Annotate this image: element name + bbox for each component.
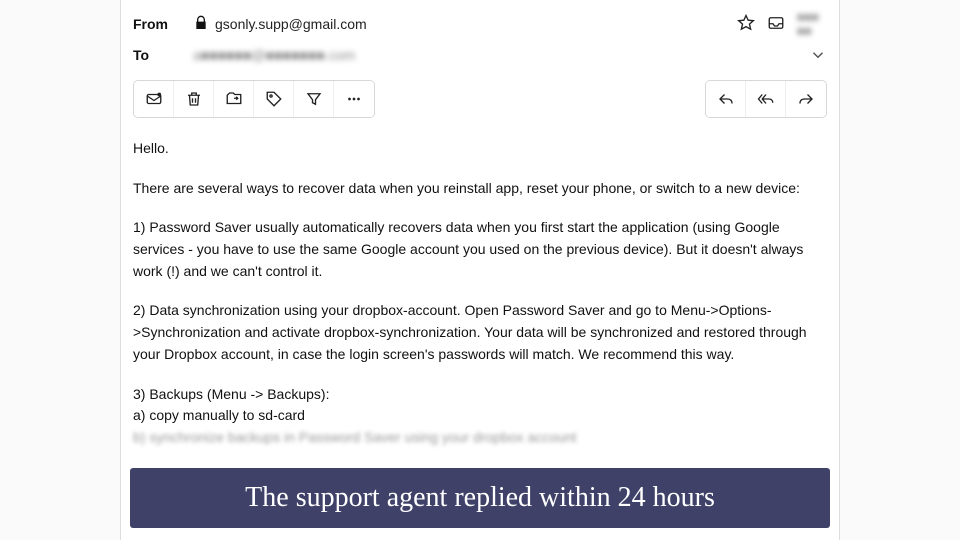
email-body: Hello. There are several ways to recover… bbox=[121, 130, 839, 449]
toolbar bbox=[121, 68, 839, 130]
move-button[interactable] bbox=[214, 81, 254, 117]
reply-all-button[interactable] bbox=[746, 81, 786, 117]
from-address: gsonly.supp@gmail.com bbox=[193, 15, 737, 34]
expand-recipients[interactable] bbox=[809, 46, 827, 64]
from-row: From gsonly.supp@gmail.com ■■■ ■■ bbox=[133, 6, 827, 42]
from-address-text: gsonly.supp@gmail.com bbox=[215, 16, 367, 32]
paragraph-3-head: 3) Backups (Menu -> Backups): bbox=[133, 384, 827, 406]
toolbar-left bbox=[133, 80, 375, 118]
header-actions: ■■■ ■■ bbox=[737, 10, 827, 38]
paragraph-3-a: a) copy manually to sd-card bbox=[133, 405, 827, 427]
reply-button[interactable] bbox=[706, 81, 746, 117]
paragraph-1: 1) Password Saver usually automatically … bbox=[133, 217, 827, 282]
paragraph-2: 2) Data synchronization using your dropb… bbox=[133, 300, 827, 365]
label-button[interactable] bbox=[254, 81, 294, 117]
to-address: a■■■■■■@■■■■■■■.com bbox=[193, 47, 809, 63]
mark-unread-button[interactable] bbox=[134, 81, 174, 117]
to-label: To bbox=[133, 47, 193, 63]
paragraph-3-b-cutoff: b) synchronize backups in Password Saver… bbox=[133, 427, 827, 449]
more-button[interactable] bbox=[334, 81, 374, 117]
inbox-icon[interactable] bbox=[767, 14, 785, 35]
filter-button[interactable] bbox=[294, 81, 334, 117]
email-view: From gsonly.supp@gmail.com ■■■ ■■ To a bbox=[120, 0, 840, 540]
star-icon[interactable] bbox=[737, 14, 755, 35]
annotation-caption: The support agent replied within 24 hour… bbox=[130, 468, 830, 528]
intro: There are several ways to recover data w… bbox=[133, 178, 827, 200]
email-header: From gsonly.supp@gmail.com ■■■ ■■ To a bbox=[121, 0, 839, 68]
forward-button[interactable] bbox=[786, 81, 826, 117]
from-label: From bbox=[133, 16, 193, 32]
date-obscured: ■■■ ■■ bbox=[797, 10, 827, 38]
trash-button[interactable] bbox=[174, 81, 214, 117]
to-address-obscured: a■■■■■■@■■■■■■■.com bbox=[193, 47, 355, 63]
lock-icon bbox=[193, 15, 209, 34]
greeting: Hello. bbox=[133, 138, 827, 160]
toolbar-right bbox=[705, 80, 827, 118]
to-row: To a■■■■■■@■■■■■■■.com bbox=[133, 42, 827, 68]
